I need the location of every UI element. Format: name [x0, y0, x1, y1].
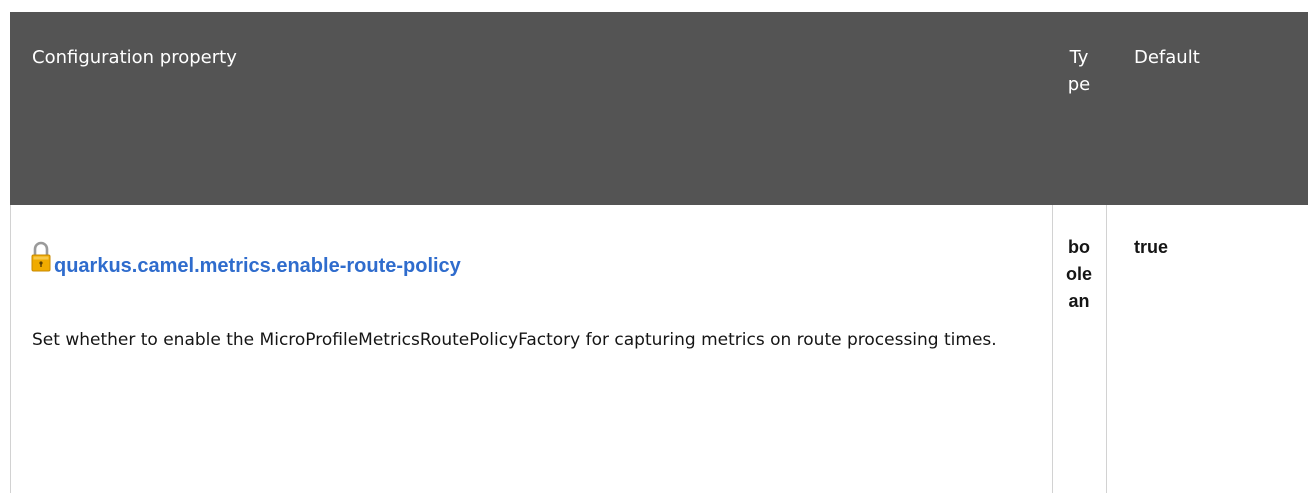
table-row: quarkus.camel.metrics.enable-route-polic… [10, 205, 1308, 493]
property-type: boolean [1066, 237, 1093, 311]
header-type: Type [1067, 47, 1091, 95]
config-table: Configuration property Type Default quar… [10, 12, 1308, 493]
column-divider [1052, 205, 1053, 493]
column-divider [10, 205, 11, 493]
property-default: true [1134, 237, 1169, 257]
property-link[interactable]: quarkus.camel.metrics.enable-route-polic… [54, 255, 461, 278]
column-divider [1106, 205, 1107, 493]
lock-icon [31, 241, 51, 272]
table-header: Configuration property Type Default [10, 12, 1308, 205]
header-configuration-property: Configuration property [32, 47, 237, 68]
header-default: Default [1134, 47, 1200, 68]
property-description: Set whether to enable the MicroProfileMe… [32, 330, 997, 350]
